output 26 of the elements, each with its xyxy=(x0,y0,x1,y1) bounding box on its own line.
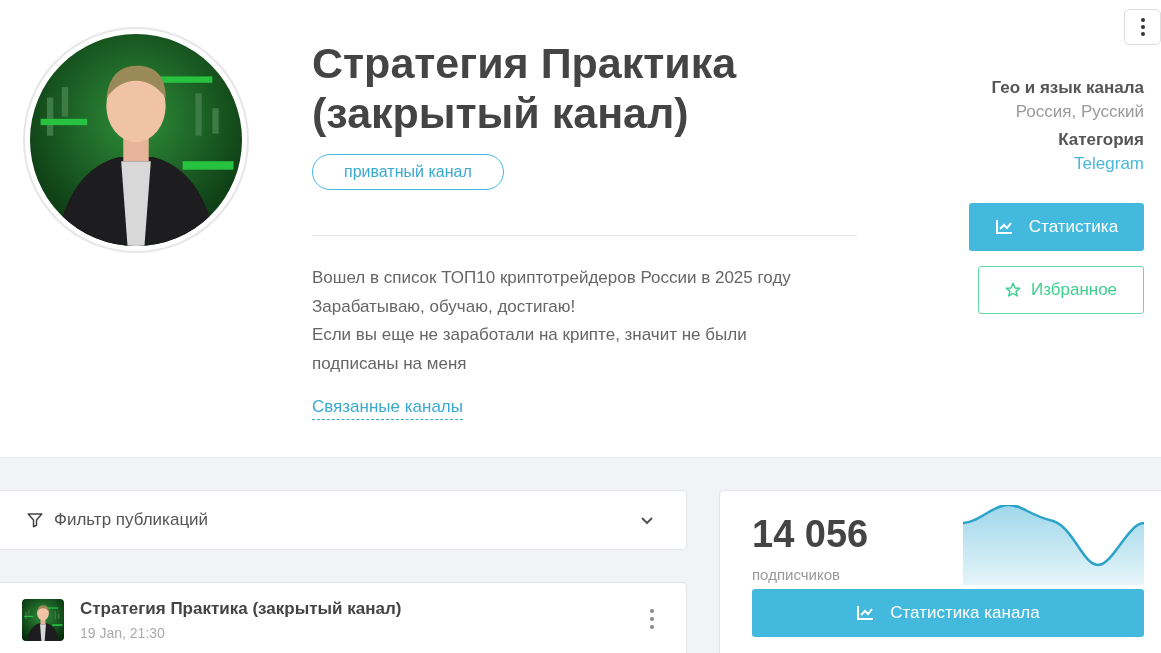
channel-statistics-button[interactable]: Статистика канала xyxy=(752,589,1144,637)
description-text: Вошел в список ТОП10 криптотрейдеров России в 2025 году xyxy=(312,267,792,289)
post-time: 19 Jan, 21:30 xyxy=(80,625,166,641)
chart-icon xyxy=(856,605,875,621)
post-channel-name: Стратегия Практика (закрытый канал) xyxy=(80,599,403,619)
related-channels-link[interactable]: Связанные каналы xyxy=(312,397,463,420)
channel-title: Стратегия Практика (закрытый канал) xyxy=(312,38,738,138)
info-label: Гео и язык канала xyxy=(991,78,1144,98)
more-menu-button[interactable] xyxy=(1124,9,1161,45)
statistics-button[interactable]: Статистика xyxy=(969,203,1144,251)
info-label: Категория xyxy=(1058,130,1144,150)
category-link[interactable]: Telegram xyxy=(1074,154,1144,174)
more-icon xyxy=(1140,18,1145,36)
star-icon xyxy=(1004,282,1021,298)
info-value: Россия, Русский xyxy=(1015,102,1144,122)
publication-filter-dropdown[interactable]: Фильтр публикаций xyxy=(0,490,687,550)
chevron-icon xyxy=(640,515,654,525)
description-text: Зарабатываю, обучаю, достигаю! xyxy=(312,295,577,318)
description-text: подписаны на меня xyxy=(312,352,468,375)
favorite-button[interactable]: Избранное xyxy=(978,266,1144,314)
filter-icon xyxy=(26,511,44,529)
subscriber-caption: подписчиков xyxy=(752,566,841,583)
more-icon[interactable] xyxy=(650,609,654,629)
chart-icon xyxy=(994,219,1013,235)
description-text: Если вы еще не заработали на крипте, значит не были xyxy=(312,324,748,346)
subscriber-count: 14 056 xyxy=(752,513,869,556)
